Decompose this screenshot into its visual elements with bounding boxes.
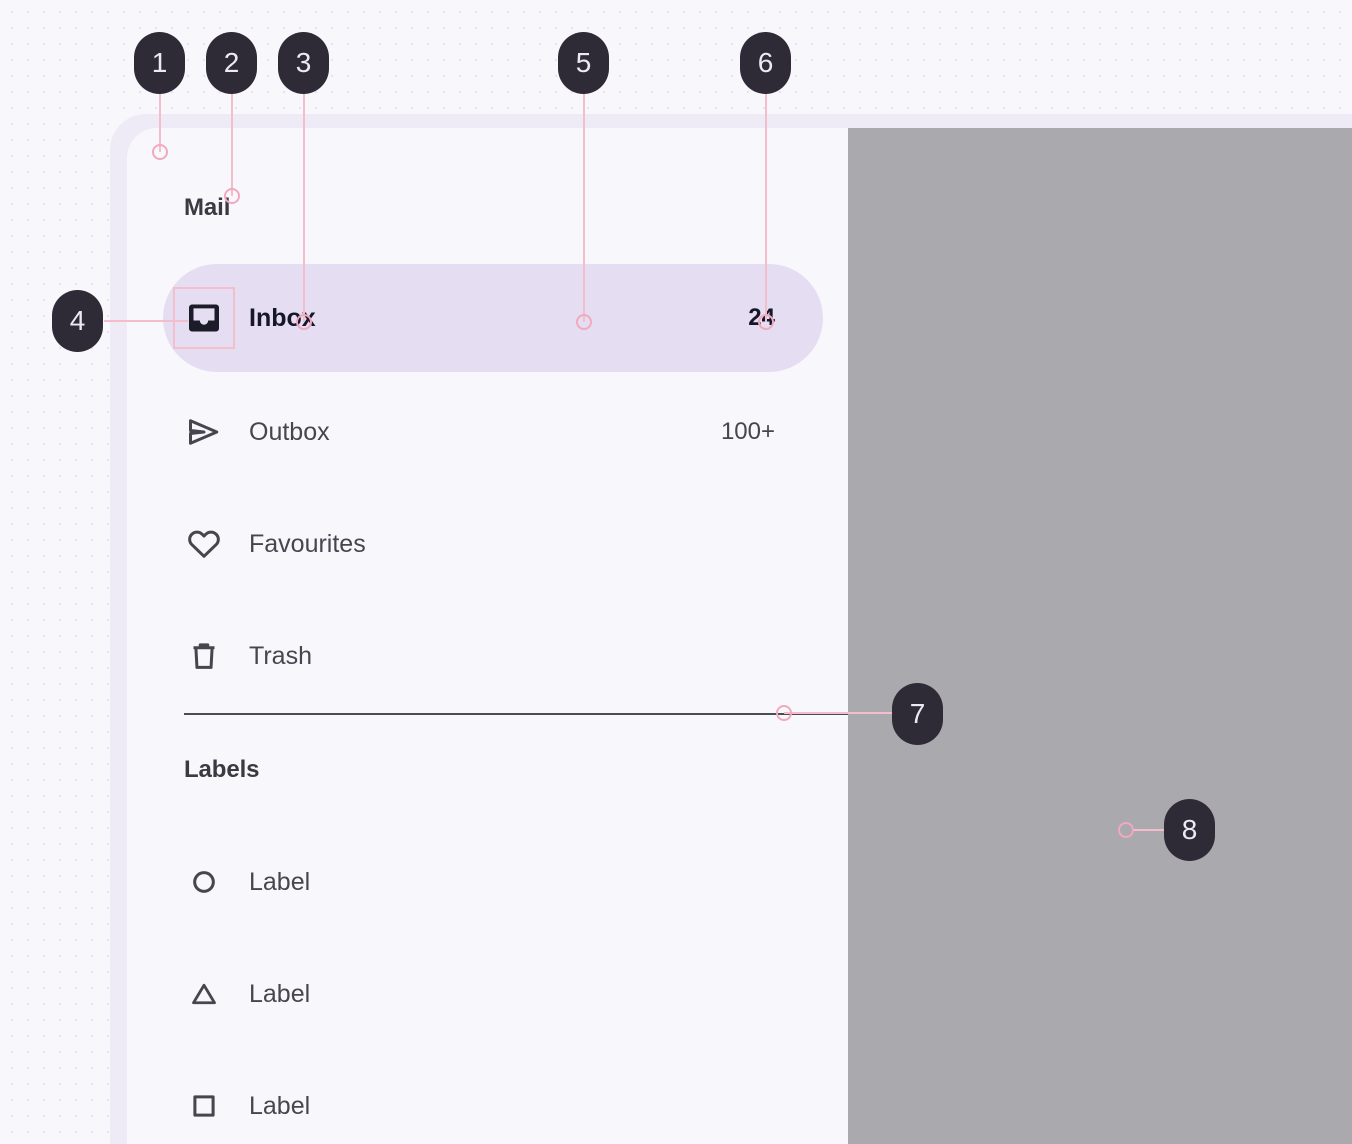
sidebar-label-item-2[interactable]: Label — [163, 940, 823, 1048]
sidebar-item-outbox[interactable]: Outbox 100+ — [163, 378, 823, 486]
callout-badge-6[interactable]: 6 — [740, 32, 791, 94]
sidebar-item-count: 100+ — [720, 418, 775, 445]
sidebar-label-item-1[interactable]: Label — [163, 828, 823, 936]
callout-badge-2[interactable]: 2 — [206, 32, 257, 94]
callout-badge-8[interactable]: 8 — [1164, 799, 1215, 861]
content-area-overlay — [848, 128, 1352, 1144]
callout-badge-3[interactable]: 3 — [278, 32, 329, 94]
sidebar-label-item-3[interactable]: Label — [163, 1052, 823, 1144]
callout-badge-4[interactable]: 4 — [52, 290, 103, 352]
sidebar-inner: Mail Inbox 24 Outbox 100+ Favourites Tra… — [127, 128, 848, 1144]
sidebar-divider — [184, 713, 848, 715]
square-icon — [184, 1086, 224, 1126]
sidebar-label-text: Label — [249, 1091, 311, 1120]
triangle-icon — [184, 974, 224, 1014]
circle-icon — [184, 862, 224, 902]
callout-badge-5[interactable]: 5 — [558, 32, 609, 94]
inbox-icon — [173, 287, 235, 349]
labels-section-title: Labels — [184, 756, 260, 783]
sidebar-item-trash[interactable]: Trash — [163, 602, 823, 710]
sidebar-item-label: Outbox — [249, 417, 330, 446]
sidebar-item-count: 24 — [748, 304, 775, 331]
sidebar-item-label: Trash — [249, 641, 312, 670]
sidebar-item-label: Inbox — [249, 303, 316, 332]
sidebar-item-inbox[interactable]: Inbox 24 — [163, 264, 823, 372]
trash-icon — [184, 636, 224, 676]
callout-badge-7[interactable]: 7 — [892, 683, 943, 745]
sidebar-label-text: Label — [249, 867, 311, 896]
heart-icon — [184, 524, 224, 564]
mail-section-title: Mail — [184, 194, 231, 221]
sidebar-item-label: Favourites — [249, 529, 366, 558]
send-icon — [184, 412, 224, 452]
mail-sidebar-card: Mail Inbox 24 Outbox 100+ Favourites Tra… — [127, 128, 848, 1144]
sidebar-label-text: Label — [249, 979, 311, 1008]
callout-badge-1[interactable]: 1 — [134, 32, 185, 94]
sidebar-item-favourites[interactable]: Favourites — [163, 490, 823, 598]
